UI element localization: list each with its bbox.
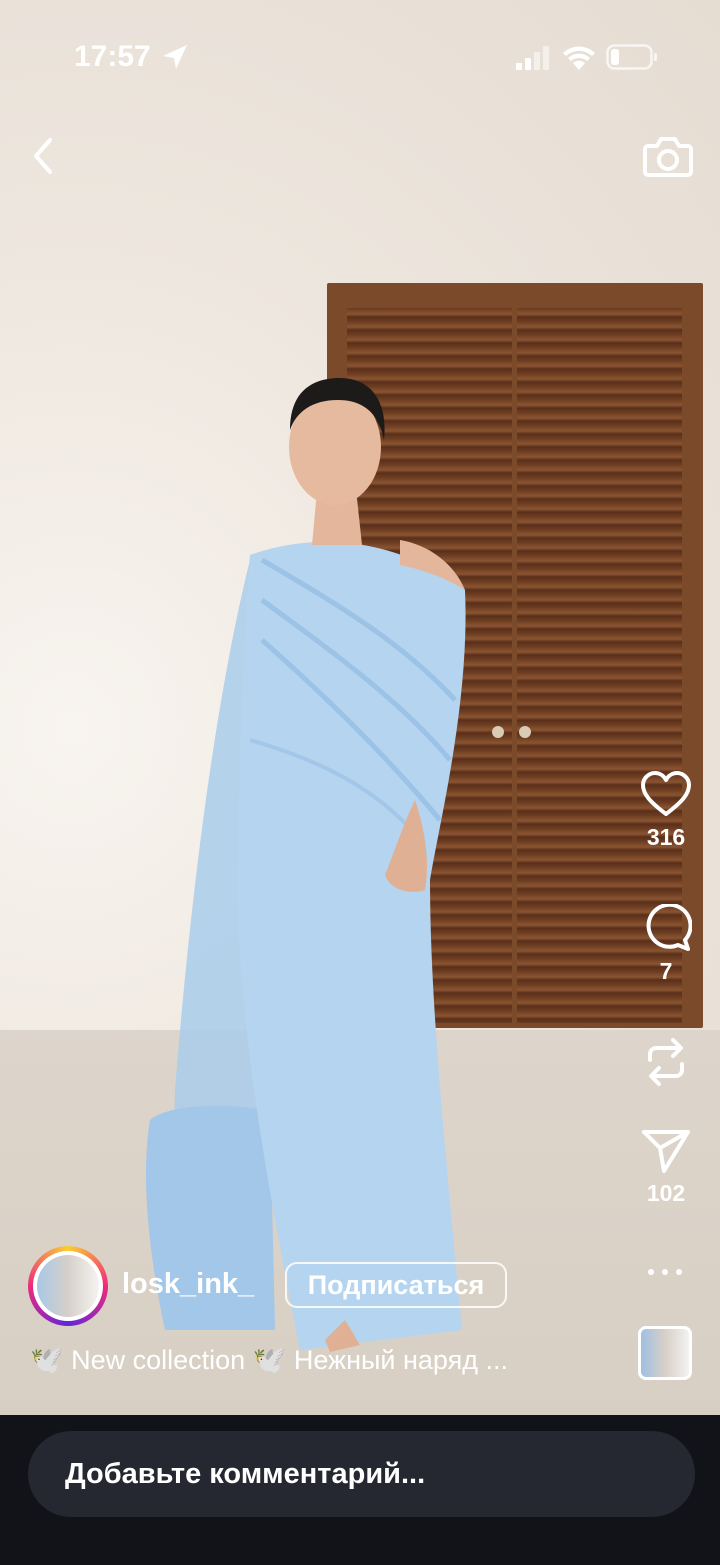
share-action[interactable]: 102	[630, 1128, 702, 1207]
heart-icon[interactable]	[640, 770, 692, 818]
repost-action[interactable]	[630, 1034, 702, 1090]
status-time: 17:57	[74, 40, 151, 73]
comment-placeholder: Добавьте комментарий...	[65, 1458, 426, 1490]
audio-track-thumbnail[interactable]	[638, 1326, 692, 1380]
author-avatar[interactable]	[28, 1246, 108, 1326]
post-caption[interactable]: 🕊️ New collection 🕊️ Нежный наряд ...	[30, 1344, 508, 1376]
repost-icon[interactable]	[640, 1034, 692, 1090]
comment-bubble-icon[interactable]	[640, 904, 692, 952]
model-in-blue-dress	[145, 378, 466, 1352]
share-count: 102	[646, 1180, 686, 1206]
cellular-signal-icon	[516, 46, 549, 70]
back-chevron-icon[interactable]	[24, 134, 64, 178]
like-count: 316	[646, 824, 686, 850]
avatar-ring-inner	[33, 1251, 103, 1321]
author-username[interactable]: losk_ink_	[122, 1268, 254, 1301]
camera-icon[interactable]	[642, 132, 694, 180]
comment-bar: Добавьте комментарий...	[0, 1415, 720, 1565]
wifi-icon	[563, 46, 595, 70]
comment-action[interactable]: 7	[630, 904, 702, 985]
avatar-image	[37, 1255, 99, 1317]
send-paper-plane-icon[interactable]	[641, 1128, 691, 1174]
reel-video[interactable]	[0, 0, 720, 1415]
battery-icon	[606, 44, 657, 70]
more-options-icon[interactable]	[642, 1262, 688, 1282]
follow-button[interactable]: Подписаться	[285, 1262, 507, 1308]
comment-count: 7	[659, 958, 673, 984]
comment-input[interactable]: Добавьте комментарий...	[28, 1431, 695, 1517]
like-action[interactable]: 316	[630, 770, 702, 851]
location-arrow-icon	[163, 45, 187, 69]
